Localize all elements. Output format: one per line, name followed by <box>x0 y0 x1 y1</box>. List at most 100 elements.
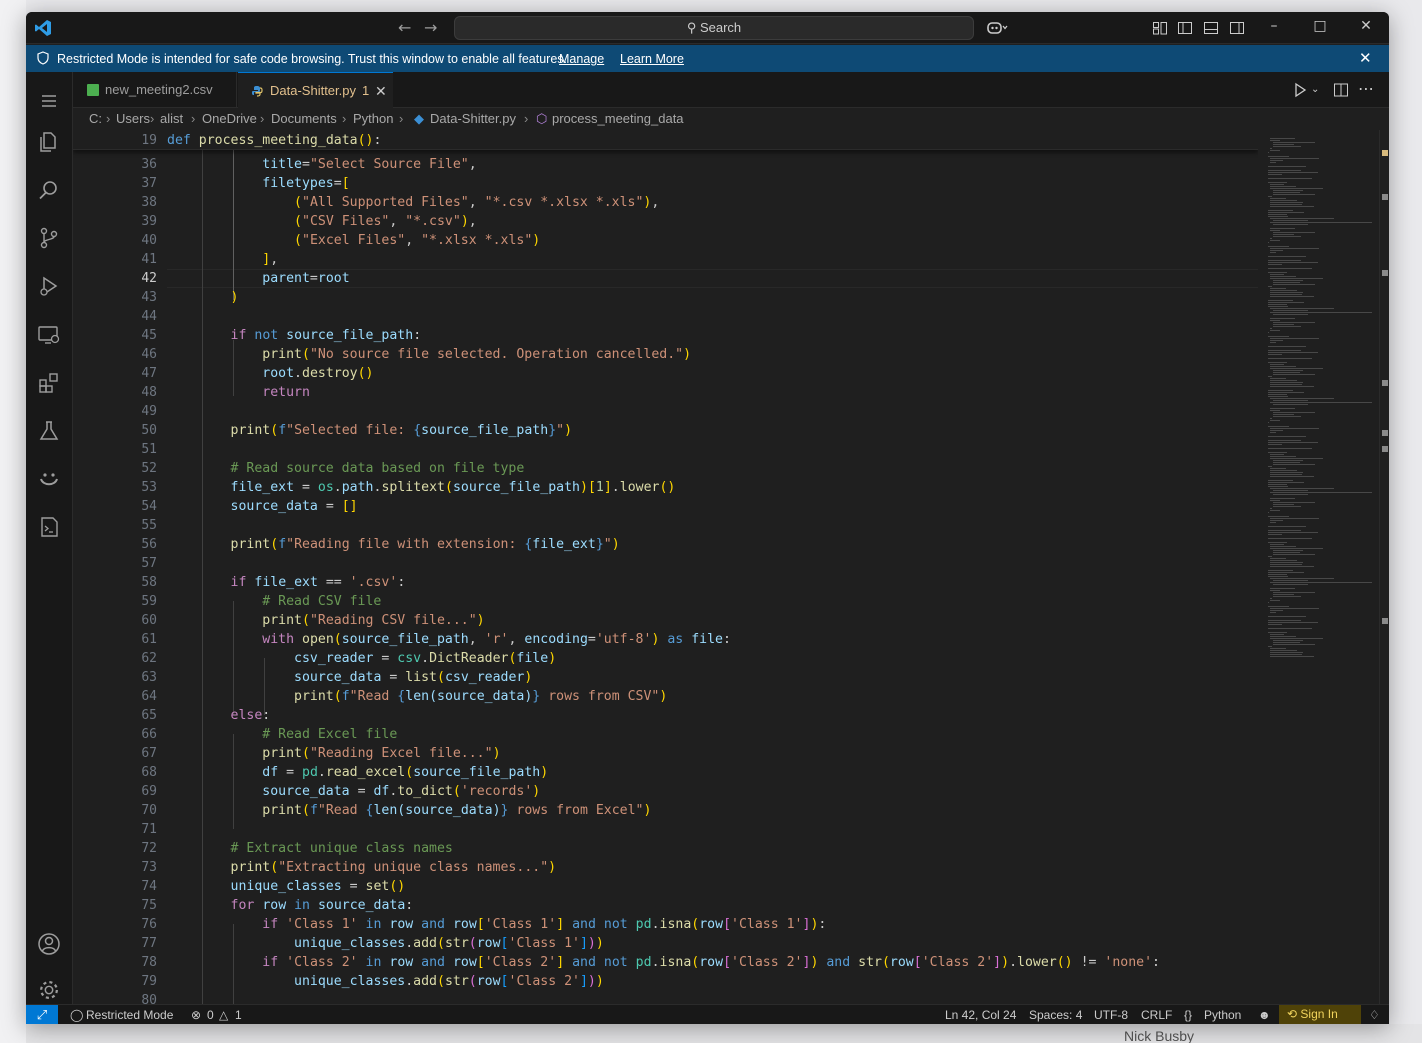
line-number: 42 <box>141 271 157 286</box>
tab-data-shitter-py[interactable]: Data-Shitter.py 1 ✕ <box>238 72 393 109</box>
error-count[interactable]: 0 <box>207 1008 214 1022</box>
run-dropdown-chevron-icon[interactable]: ⌄ <box>1311 84 1319 95</box>
minimize-icon[interactable]: – <box>1264 18 1284 34</box>
vertical-scrollbar[interactable] <box>1379 130 1389 1004</box>
line-number: 46 <box>141 347 157 362</box>
close-banner-icon[interactable]: ✕ <box>1359 49 1372 67</box>
tab-new-meeting2-csv[interactable]: new_meeting2.csv <box>73 72 237 108</box>
run-python-file-icon[interactable] <box>1293 82 1307 98</box>
minimap-line <box>1267 352 1318 353</box>
copilot-status-icon[interactable]: ☻ <box>1258 1008 1271 1022</box>
minimap-line <box>1273 224 1309 225</box>
minimap-line <box>1273 596 1302 597</box>
line-number: 47 <box>141 366 157 381</box>
close-window-icon[interactable]: ✕ <box>1356 18 1376 34</box>
search-icon[interactable] <box>36 177 62 203</box>
breadcrumb-item[interactable]: Documents <box>271 111 337 126</box>
minimap-line <box>1273 594 1294 595</box>
notifications-bell-icon[interactable]: ♢ <box>1369 1008 1380 1022</box>
line-number: 71 <box>141 822 157 837</box>
minimap-line <box>1273 326 1302 327</box>
minimap-line <box>1270 140 1281 141</box>
close-tab-icon[interactable]: ✕ <box>375 73 387 109</box>
line-number: 36 <box>141 157 157 172</box>
more-actions-icon[interactable]: ⋯ <box>1358 79 1374 98</box>
accounts-icon[interactable] <box>36 931 62 957</box>
cursor-position[interactable]: Ln 42, Col 24 <box>945 1008 1016 1022</box>
forward-arrow-icon[interactable]: → <box>424 18 437 37</box>
line-number: 72 <box>141 841 157 856</box>
minimap-line <box>1267 602 1269 603</box>
testing-flask-icon[interactable] <box>36 418 62 444</box>
minimap-line <box>1267 246 1290 247</box>
minimap-line <box>1270 252 1276 253</box>
minimap-line <box>1267 152 1269 153</box>
back-arrow-icon[interactable]: ← <box>398 18 411 37</box>
terminal-icon[interactable] <box>36 514 62 540</box>
breadcrumb-item[interactable]: Users <box>116 111 150 126</box>
breadcrumb-item[interactable]: Python <box>353 111 393 126</box>
code-line: else: <box>230 708 271 723</box>
customize-layout-icon[interactable] <box>1152 20 1168 36</box>
breadcrumb-item[interactable]: OneDrive <box>202 111 257 126</box>
minimap-line <box>1267 264 1282 265</box>
restricted-mode-banner: Restricted Mode is intended for safe cod… <box>26 45 1389 72</box>
language-mode[interactable]: Python <box>1204 1008 1241 1022</box>
copilot-icon[interactable] <box>986 20 1008 36</box>
remote-indicator-icon[interactable]: ⤢ <box>26 1005 58 1024</box>
line-number: 50 <box>141 423 157 438</box>
learn-more-link[interactable]: Learn More <box>620 52 684 66</box>
breadcrumb-item[interactable]: Data-Shitter.py <box>430 111 516 126</box>
indentation-setting[interactable]: Spaces: 4 <box>1029 1008 1082 1022</box>
minimap-line <box>1267 532 1318 533</box>
manage-link[interactable]: Manage <box>559 52 604 66</box>
breadcrumb: C: › Users › alist › OneDrive › Document… <box>73 108 1253 130</box>
source-control-icon[interactable] <box>36 225 62 251</box>
minimap-line <box>1273 554 1316 555</box>
line-number: 70 <box>141 803 157 818</box>
minimap-line <box>1267 302 1305 303</box>
minimap-line <box>1273 142 1315 143</box>
breadcrumb-item[interactable]: process_meeting_data <box>552 111 684 126</box>
live-share-smile-icon[interactable] <box>36 466 62 492</box>
search-icon: ⚲ <box>686 20 697 35</box>
settings-gear-icon[interactable] <box>36 978 62 1002</box>
minimap-line <box>1270 548 1324 549</box>
code-line: print(f"Selected file: {source_file_path… <box>230 423 573 438</box>
minimap[interactable] <box>1258 130 1379 1004</box>
line-number: 79 <box>141 974 157 989</box>
minimap-line <box>1270 288 1286 289</box>
minimap-line <box>1270 608 1319 609</box>
minimap-line <box>1267 358 1312 359</box>
code-line: print("Reading Excel file...") <box>262 746 501 761</box>
minimap-line <box>1270 612 1276 613</box>
toggle-primary-sidebar-icon[interactable] <box>1177 20 1193 36</box>
extensions-icon[interactable] <box>36 370 62 396</box>
code-line: # Read source data based on file type <box>230 461 525 476</box>
menu-icon[interactable] <box>36 88 62 114</box>
sticky-scroll-header[interactable]: 19 def process_meeting_data(): <box>73 130 1258 150</box>
minimap-line <box>1267 242 1269 243</box>
warning-count[interactable]: 1 <box>235 1008 242 1022</box>
restricted-mode-status[interactable]: Restricted Mode <box>86 1008 173 1022</box>
explorer-icon[interactable] <box>36 129 62 155</box>
minimap-line <box>1270 320 1281 321</box>
maximize-icon[interactable]: □ <box>1310 18 1330 34</box>
status-bar: ⤢ ◯ Restricted Mode ⊗ 0 △ 1 Ln 42, Col 2… <box>26 1004 1389 1024</box>
command-center-search[interactable]: ⚲ Search <box>454 16 974 40</box>
split-editor-icon[interactable] <box>1333 82 1349 98</box>
minimap-line <box>1270 634 1284 635</box>
breadcrumb-item[interactable]: alist <box>160 111 183 126</box>
run-and-debug-icon[interactable] <box>36 273 62 299</box>
eol-setting[interactable]: CRLF <box>1141 1008 1172 1022</box>
toggle-secondary-sidebar-icon[interactable] <box>1229 20 1245 36</box>
encoding-setting[interactable]: UTF-8 <box>1094 1008 1128 1022</box>
code-editor[interactable]: 36 title="Select Source File", 37 filetyp… <box>73 130 1258 1004</box>
line-number: 19 <box>141 133 157 148</box>
sign-in-button[interactable]: ⟲ Sign In <box>1279 1005 1361 1024</box>
breadcrumb-item[interactable]: C: <box>89 111 102 126</box>
remote-explorer-icon[interactable] <box>36 322 62 348</box>
toggle-panel-icon[interactable] <box>1203 20 1219 36</box>
minimap-line <box>1270 202 1303 203</box>
line-number: 40 <box>141 233 157 248</box>
